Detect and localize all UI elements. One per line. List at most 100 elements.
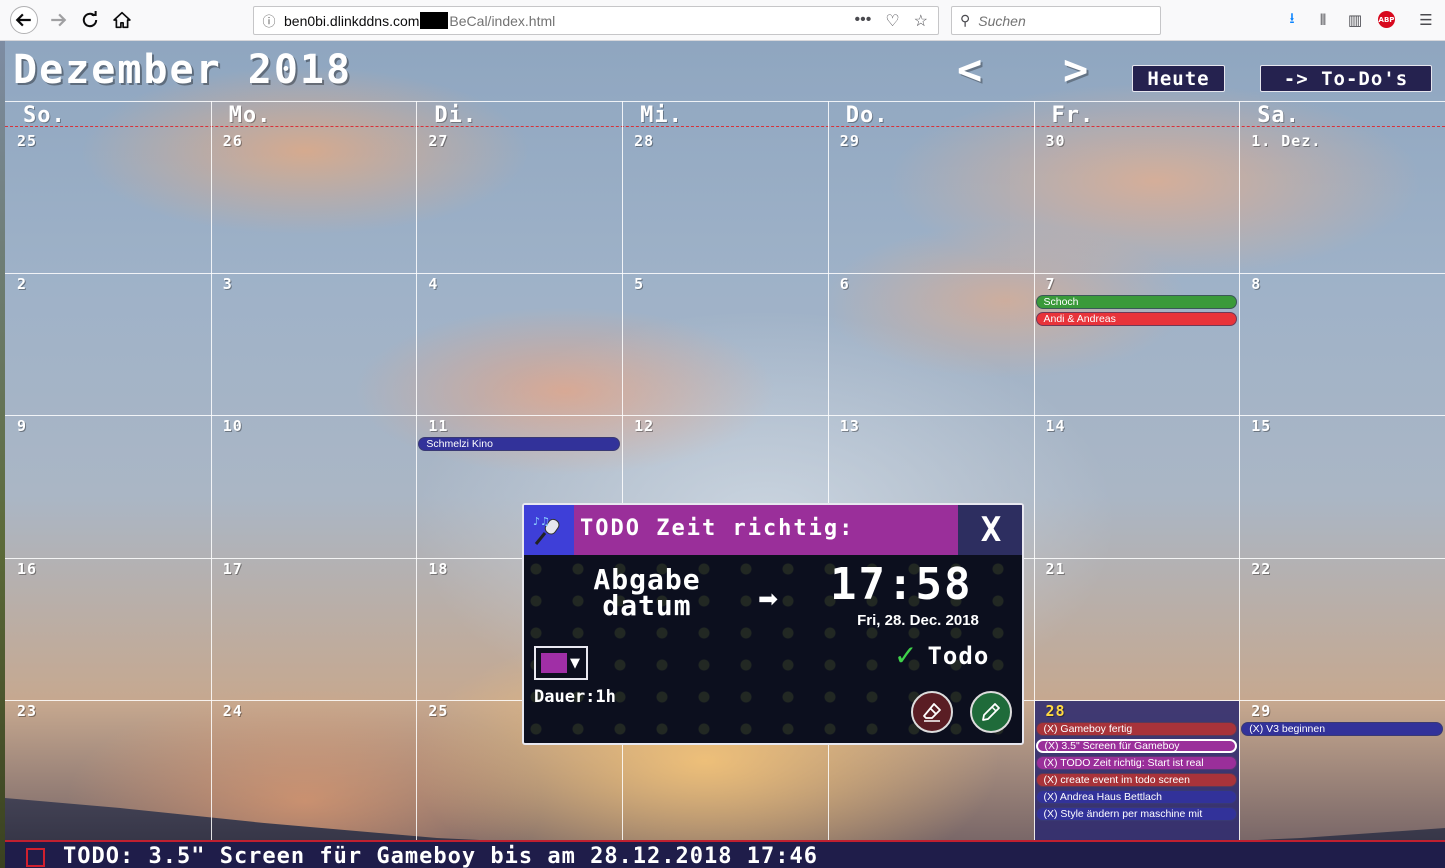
arrow-left-icon	[15, 13, 31, 27]
day-number[interactable]: 18	[428, 560, 448, 578]
color-picker[interactable]: ▼	[534, 646, 588, 680]
calendar-event[interactable]: (X) TODO Zeit richtig: Start ist real	[1035, 756, 1238, 770]
todo-label: Todo	[927, 641, 990, 670]
bookmark-star-icon[interactable]: ☆	[914, 11, 928, 31]
calendar-event[interactable]: (X) create event im todo screen	[1035, 773, 1238, 787]
deadline-label: Abgabe datum	[552, 566, 742, 622]
calendar-event[interactable]: Andi & Andreas	[1035, 311, 1238, 326]
day-number[interactable]: 15	[1251, 417, 1271, 435]
day-number[interactable]: 28	[634, 132, 654, 150]
day-number[interactable]: 7	[1046, 275, 1056, 293]
day-number[interactable]: 3	[223, 275, 233, 293]
calendar-event[interactable]: Schoch	[1035, 294, 1238, 309]
deadline-time[interactable]: 17:58	[830, 559, 972, 610]
deadline-label-line2: datum	[602, 589, 692, 622]
arrow-right-icon	[51, 13, 67, 27]
day-number[interactable]: 14	[1046, 417, 1066, 435]
day-number[interactable]: 25	[17, 132, 37, 150]
status-checkbox[interactable]	[26, 848, 45, 867]
arrow-right-icon: ➡	[758, 585, 779, 613]
calendar-event[interactable]: (X) Gameboy fertig	[1035, 722, 1238, 736]
clear-button[interactable]	[911, 691, 953, 733]
day-number[interactable]: 8	[1251, 275, 1261, 293]
sidebar-icon[interactable]: ▥	[1345, 10, 1365, 30]
download-icon[interactable]: ⭳	[1282, 9, 1302, 30]
close-button[interactable]: X	[958, 505, 1022, 555]
calendar-event[interactable]: (X) 3.5" Screen für Gameboy	[1035, 739, 1238, 753]
todo-toggle[interactable]: ✓ Todo	[894, 639, 989, 672]
day-number[interactable]: 16	[17, 560, 37, 578]
weekday-header: Fr.	[1051, 103, 1095, 128]
day-number[interactable]: 21	[1046, 560, 1066, 578]
day-number[interactable]: 6	[840, 275, 850, 293]
search-icon: ⚲	[960, 12, 971, 28]
day-number[interactable]: 12	[634, 417, 654, 435]
day-number[interactable]: 11	[428, 417, 448, 435]
url-redaction	[420, 12, 449, 29]
day-number[interactable]: 13	[840, 417, 860, 435]
url-host: ben0bi.dlinkddns.com	[284, 12, 420, 29]
back-button[interactable]	[10, 6, 38, 34]
weekday-header: Di.	[434, 103, 478, 128]
today-button[interactable]: Heute	[1132, 65, 1225, 92]
library-icon[interactable]: ⫴	[1313, 10, 1333, 30]
calendar-event[interactable]: (X) V3 beginnen	[1241, 722, 1443, 736]
row-divider	[5, 272, 1445, 274]
event-popup: ♪♫ TODO Zeit richtig: X Abgabe datum ➡ 1…	[522, 503, 1024, 745]
search-input[interactable]: ⚲ Suchen	[951, 6, 1161, 35]
column-divider	[210, 101, 212, 841]
day-number[interactable]: 17	[223, 560, 243, 578]
duration-label: Dauer:1h	[534, 687, 616, 707]
menu-icon[interactable]: ☰	[1416, 10, 1436, 30]
pocket-icon[interactable]: ♡	[885, 11, 899, 31]
calendar-event[interactable]: (X) Andrea Haus Bettlach	[1035, 790, 1238, 804]
search-placeholder: Suchen	[978, 12, 1026, 29]
day-number[interactable]: 4	[428, 275, 438, 293]
day-number[interactable]: 29	[840, 132, 860, 150]
day-number[interactable]: 27	[428, 132, 448, 150]
day-number[interactable]: 30	[1046, 132, 1066, 150]
row-divider	[5, 101, 1445, 102]
svg-text:♪♫: ♪♫	[533, 515, 550, 528]
column-divider	[416, 101, 418, 841]
day-number[interactable]: 24	[223, 702, 243, 720]
checkmark-icon: ✓	[894, 639, 918, 672]
day-number[interactable]: 26	[223, 132, 243, 150]
url-tools: ••• ♡ ☆	[855, 11, 929, 31]
day-number[interactable]: 10	[223, 417, 243, 435]
row-divider	[5, 415, 1445, 416]
edit-button[interactable]	[970, 691, 1012, 733]
day-number[interactable]: 22	[1251, 560, 1271, 578]
home-icon	[113, 11, 131, 29]
color-swatch	[541, 653, 567, 673]
day-number[interactable]: 1. Dez.	[1251, 132, 1321, 150]
deadline-date[interactable]: Fri, 28. Dec. 2018	[824, 612, 1012, 629]
popup-header: ♪♫ TODO Zeit richtig: X	[524, 505, 1022, 555]
reload-icon	[82, 11, 98, 28]
adblock-icon[interactable]: ABP	[1378, 11, 1395, 28]
page-actions-icon[interactable]: •••	[855, 11, 872, 31]
column-divider	[1239, 101, 1241, 841]
reload-button[interactable]	[76, 6, 104, 34]
day-number[interactable]: 23	[17, 702, 37, 720]
day-number[interactable]: 25	[428, 702, 448, 720]
weekday-header: Mi.	[640, 103, 683, 128]
eraser-icon	[923, 703, 941, 722]
day-number[interactable]: 29	[1251, 702, 1271, 720]
info-icon[interactable]: ⓘ	[254, 11, 284, 30]
calendar-event[interactable]: (X) Style ändern per maschine mit	[1035, 807, 1238, 821]
weekday-header: Do.	[845, 103, 889, 128]
popup-title: TODO Zeit richtig:	[580, 516, 855, 541]
forward-button[interactable]	[44, 6, 72, 34]
url-bar[interactable]: ⓘ ben0bi.dlinkddns.com BeCal/index.html …	[253, 6, 939, 35]
day-number[interactable]: 5	[634, 275, 644, 293]
next-month-button[interactable]: >	[1063, 45, 1088, 94]
day-number[interactable]: 28	[1046, 702, 1066, 720]
calendar-event[interactable]: Schmelzi Kino	[418, 437, 621, 451]
prev-month-button[interactable]: <	[957, 45, 982, 94]
home-button[interactable]	[108, 6, 136, 34]
todos-button[interactable]: -> To-Do's	[1260, 65, 1432, 92]
header-divider	[5, 126, 1445, 127]
day-number[interactable]: 9	[17, 417, 27, 435]
day-number[interactable]: 2	[17, 275, 27, 293]
